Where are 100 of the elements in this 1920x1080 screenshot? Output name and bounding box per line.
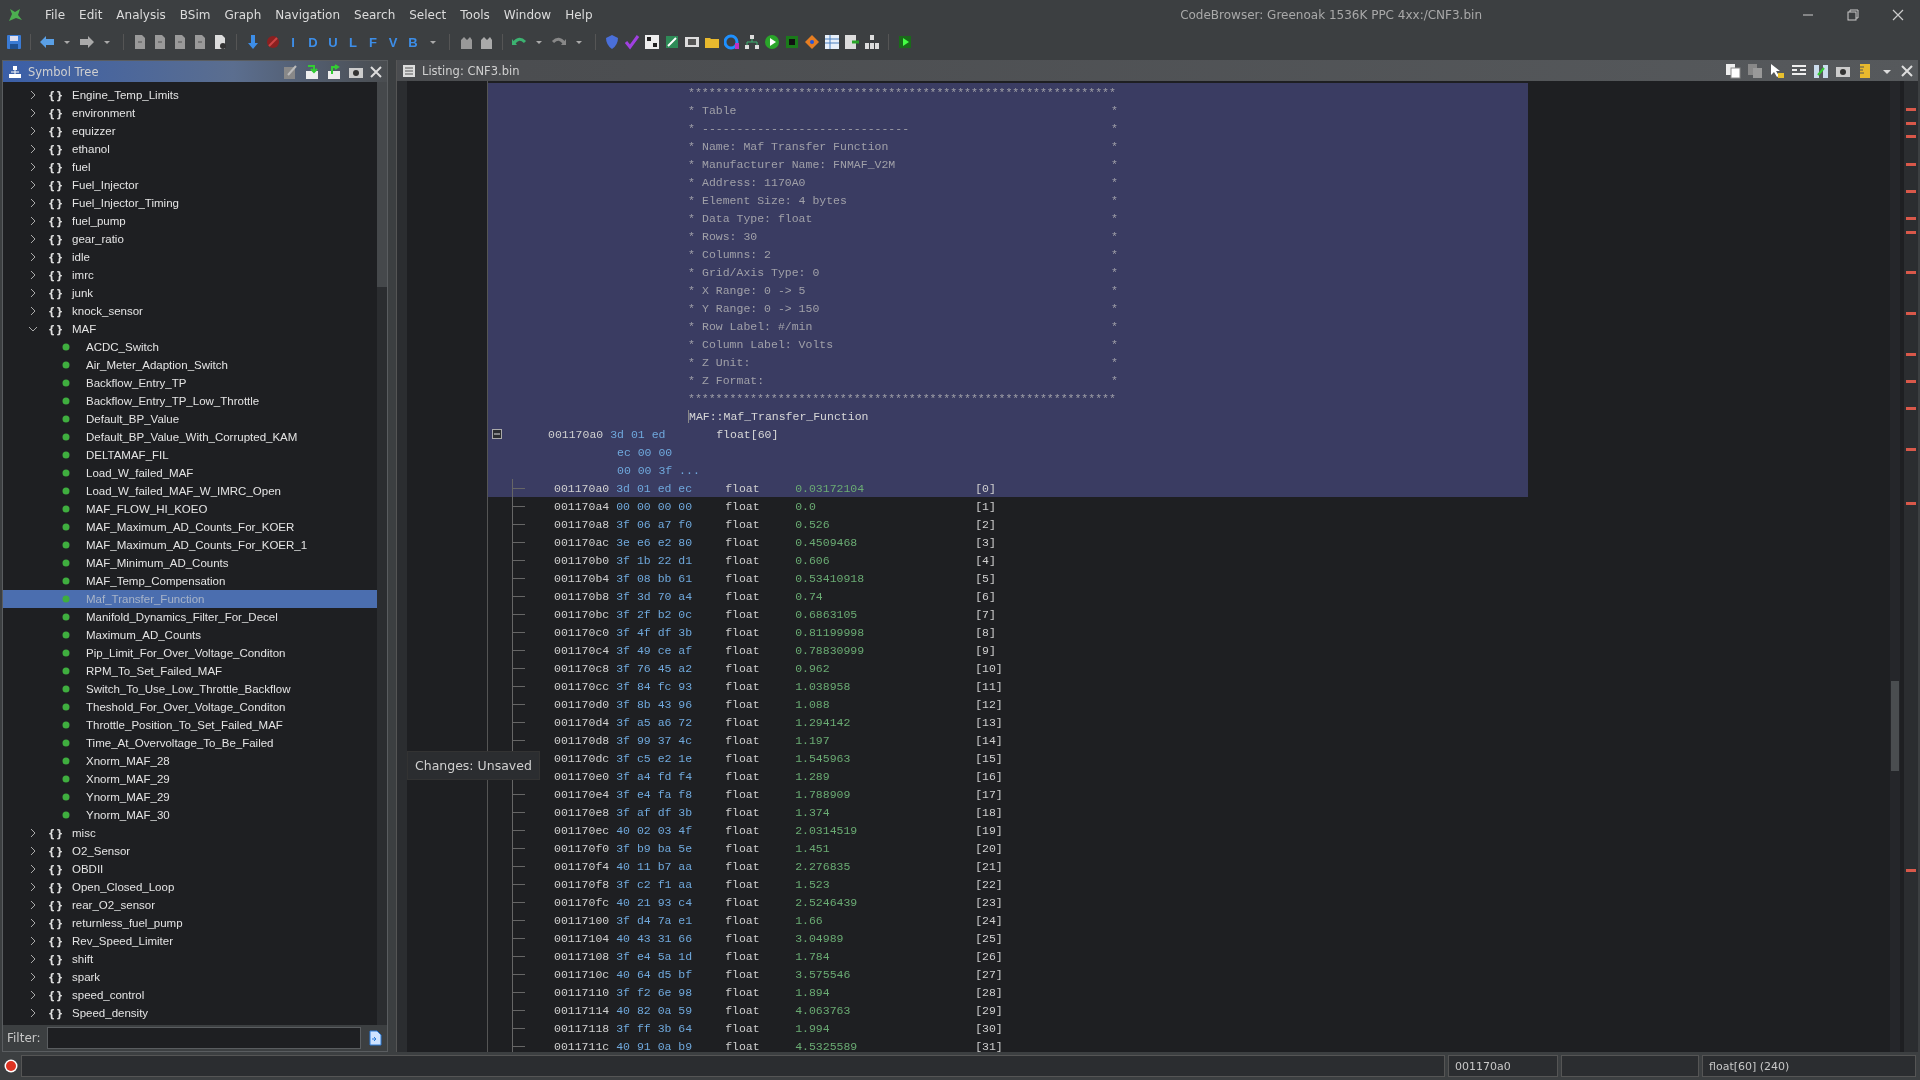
- collapse-chevron-icon[interactable]: [28, 324, 38, 334]
- down-arrow-icon[interactable]: [245, 34, 261, 50]
- menu-item[interactable]: Analysis: [109, 8, 173, 22]
- tree-item[interactable]: Backflow_Entry_TP_Low_Throttle: [3, 392, 377, 410]
- hierarchy-icon[interactable]: [744, 34, 760, 50]
- tree-item[interactable]: {} Fuel_Injector_Timing: [3, 194, 377, 212]
- document-icon[interactable]: [192, 34, 208, 50]
- film-icon[interactable]: [684, 34, 700, 50]
- tree-item[interactable]: MAF_FLOW_HI_KOEO: [3, 500, 377, 518]
- tree-item[interactable]: {} misc: [3, 824, 377, 842]
- copy-icon[interactable]: [1725, 62, 1741, 79]
- diff-icon[interactable]: [1813, 62, 1829, 79]
- tree-item[interactable]: {} knock_sensor: [3, 302, 377, 320]
- menu-item[interactable]: File: [38, 8, 73, 22]
- tree-item[interactable]: {} junk: [3, 284, 377, 302]
- restore-icon[interactable]: [1847, 9, 1859, 21]
- tree-item[interactable]: {} OBDII: [3, 860, 377, 878]
- tree-item[interactable]: {} shift: [3, 950, 377, 968]
- menu-item[interactable]: Help: [558, 8, 600, 22]
- filter-options-icon[interactable]: [367, 1030, 383, 1046]
- tree-item[interactable]: Pip_Limit_For_Over_Voltage_Conditon: [3, 644, 377, 662]
- diamond-icon[interactable]: [804, 34, 820, 50]
- tree-item[interactable]: Throttle_Position_To_Set_Failed_MAF: [3, 716, 377, 734]
- document-icon[interactable]: [172, 34, 188, 50]
- tree-item[interactable]: Maximum_AD_Counts: [3, 626, 377, 644]
- tree-item[interactable]: Ynorm_MAF_29: [3, 788, 377, 806]
- menu-item[interactable]: Window: [496, 8, 559, 22]
- ruler-icon[interactable]: [1857, 62, 1873, 79]
- tree-item[interactable]: Xnorm_MAF_29: [3, 770, 377, 788]
- tree-item[interactable]: Xnorm_MAF_28: [3, 752, 377, 770]
- tree-item[interactable]: Time_At_Overvoltage_To_Be_Failed: [3, 734, 377, 752]
- tree-item[interactable]: {} Speed_density: [3, 1004, 377, 1022]
- tree-item[interactable]: Theshold_For_Over_Voltage_Conditon: [3, 698, 377, 716]
- tree-item[interactable]: MAF_Temp_Compensation: [3, 572, 377, 590]
- tree-item[interactable]: {} Rev_Speed_Limiter: [3, 932, 377, 950]
- tree-item[interactable]: Backflow_Entry_TP: [3, 374, 377, 392]
- edit-icon[interactable]: [282, 63, 298, 80]
- run-icon[interactable]: [897, 34, 913, 50]
- chip-icon[interactable]: [784, 34, 800, 50]
- overview-bar[interactable]: [1904, 81, 1918, 1052]
- upload-icon[interactable]: [326, 63, 342, 80]
- menu-item[interactable]: Tools: [453, 8, 497, 22]
- tree-item[interactable]: {} fuel: [3, 158, 377, 176]
- tree-item[interactable]: Default_BP_Value_With_Corrupted_KAM: [3, 428, 377, 446]
- tree-item[interactable]: Switch_To_Use_Low_Throttle_Backflow: [3, 680, 377, 698]
- tree-item[interactable]: {} gear_ratio: [3, 230, 377, 248]
- close-icon[interactable]: [1892, 9, 1904, 21]
- collapse-icon[interactable]: [492, 429, 502, 439]
- tree-item[interactable]: Ynorm_MAF_30: [3, 806, 377, 824]
- tree-item[interactable]: {} equizzer: [3, 122, 377, 140]
- tree-item[interactable]: {} rear_O2_sensor: [3, 896, 377, 914]
- tree-item[interactable]: {} spark: [3, 968, 377, 986]
- tree-item[interactable]: DELTAMAF_FIL: [3, 446, 377, 464]
- tree-item[interactable]: Load_W_failed_MAF: [3, 464, 377, 482]
- tree-item[interactable]: {} returnless_fuel_pump: [3, 914, 377, 932]
- tree-item[interactable]: Default_BP_Value: [3, 410, 377, 428]
- forward-arrow-icon[interactable]: [79, 34, 95, 50]
- tree-item[interactable]: {} Fuel_Injector: [3, 176, 377, 194]
- tree-item[interactable]: ACDC_Switch: [3, 338, 377, 356]
- menu-item[interactable]: Search: [347, 8, 403, 22]
- menu-item[interactable]: Select: [402, 8, 454, 22]
- tree-item[interactable]: {} ethanol: [3, 140, 377, 158]
- tree-item[interactable]: RPM_To_Set_Failed_MAF: [3, 662, 377, 680]
- document-icon[interactable]: [152, 34, 168, 50]
- scroll-thumb[interactable]: [1891, 681, 1899, 771]
- menu-item[interactable]: Navigation: [268, 8, 347, 22]
- blocks-icon[interactable]: [864, 34, 880, 50]
- tree-item[interactable]: MAF_Minimum_AD_Counts: [3, 554, 377, 572]
- symbol-label[interactable]: MAF::Maf_Transfer_Function: [688, 409, 869, 423]
- back-arrow-icon[interactable]: [39, 34, 55, 50]
- close-icon[interactable]: [370, 65, 382, 78]
- tree-item[interactable]: {} fuel_pump: [3, 212, 377, 230]
- paste-icon[interactable]: [1747, 62, 1763, 79]
- tree-item[interactable]: {} environment: [3, 104, 377, 122]
- tree-item[interactable]: {} O2_Sensor: [3, 842, 377, 860]
- save-icon[interactable]: [6, 34, 22, 50]
- table-icon[interactable]: [824, 34, 840, 50]
- document-icon[interactable]: [212, 34, 228, 50]
- close-icon[interactable]: [1901, 64, 1913, 77]
- document-icon[interactable]: [132, 34, 148, 50]
- tree-item[interactable]: MAF_Maximum_AD_Counts_For_KOER_1: [3, 536, 377, 554]
- tree-item[interactable]: {} Engine_Temp_Limits: [3, 86, 377, 104]
- scrollbar[interactable]: [377, 82, 387, 1025]
- scrollbar[interactable]: [1890, 81, 1900, 1052]
- tree-item[interactable]: Manifold_Dynamics_Filter_For_Decel: [3, 608, 377, 626]
- filter-field[interactable]: [46, 1027, 361, 1049]
- tree-item[interactable]: MAF_Maximum_AD_Counts_For_KOER: [3, 518, 377, 536]
- scroll-thumb[interactable]: [377, 82, 387, 287]
- play-icon[interactable]: [764, 34, 780, 50]
- table-arrow-icon[interactable]: [844, 34, 860, 50]
- cursor-icon[interactable]: [1769, 62, 1785, 79]
- tree-item[interactable]: {} Open_Closed_Loop: [3, 878, 377, 896]
- menu-item[interactable]: BSim: [172, 8, 218, 22]
- menu-item[interactable]: Graph: [217, 8, 269, 22]
- checkmark-icon[interactable]: [624, 34, 640, 50]
- binary-icon[interactable]: [644, 34, 660, 50]
- download-icon[interactable]: [304, 63, 320, 80]
- menu-item[interactable]: Edit: [72, 8, 110, 22]
- tree-item[interactable]: {} imrc: [3, 266, 377, 284]
- tree-item[interactable]: {} idle: [3, 248, 377, 266]
